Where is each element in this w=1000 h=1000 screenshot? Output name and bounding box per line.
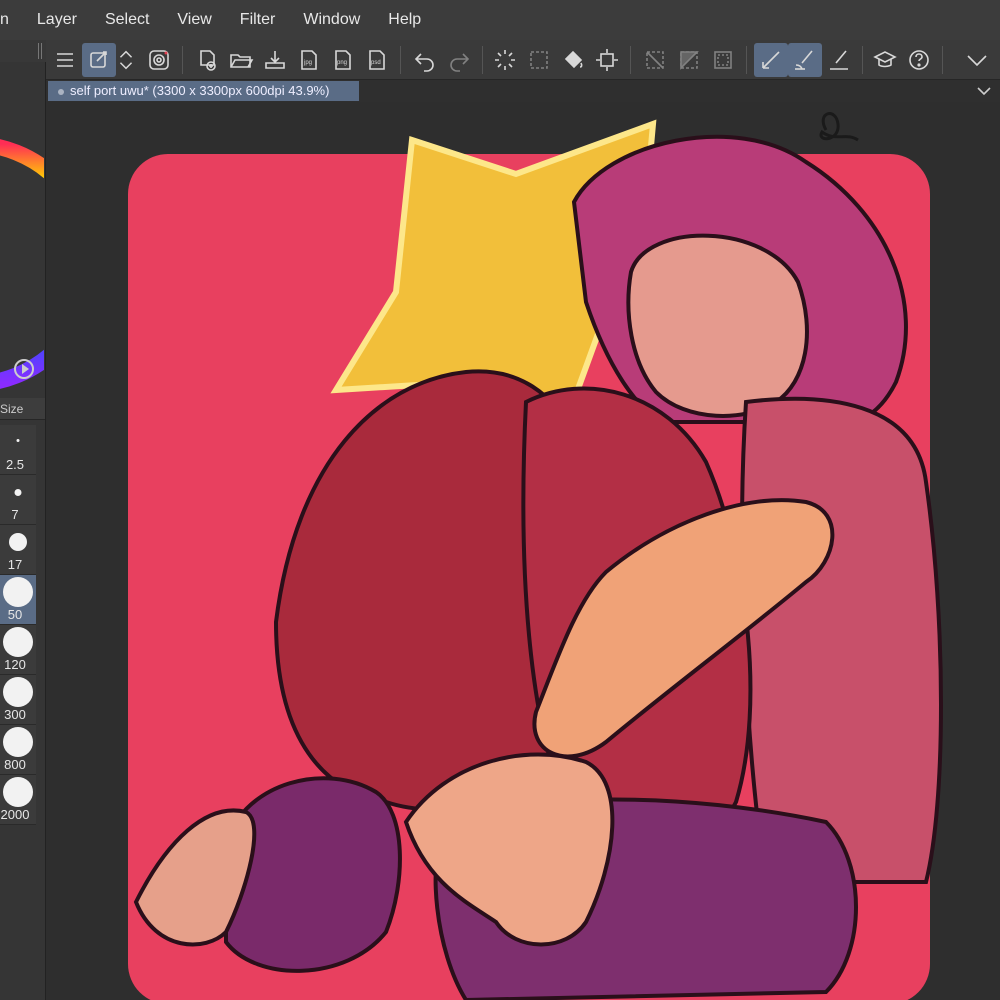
brush-size-list: 2.5 7 17 50 120 300 800 2000	[0, 425, 36, 825]
pen-snap-icon[interactable]	[822, 43, 856, 77]
loading-icon[interactable]	[488, 43, 522, 77]
brush-size-item[interactable]: 120	[0, 625, 36, 675]
chevron-down-icon[interactable]	[976, 83, 992, 99]
help-icon[interactable]	[902, 43, 936, 77]
left-panel: Size 2.5 7 17 50 120 300 800 2000	[0, 62, 46, 1000]
menu-item-partial[interactable]: n	[0, 11, 23, 29]
dot-icon	[58, 88, 64, 95]
chevron-down-icon[interactable]	[960, 43, 994, 77]
brush-size-item[interactable]: 7	[0, 475, 36, 525]
export-jpg-icon[interactable]: jpg	[292, 43, 326, 77]
document-tab[interactable]: self port uwu* (3300 x 3300px 600dpi 43.…	[48, 81, 359, 101]
ruler-snap-icon[interactable]	[754, 43, 788, 77]
invert-selection-icon[interactable]	[672, 43, 706, 77]
brush-size-label: Size	[0, 402, 24, 416]
svg-text:png: png	[337, 60, 347, 66]
auto-select-icon[interactable]	[82, 43, 116, 77]
left-panel-handle[interactable]	[0, 40, 46, 62]
undo-icon[interactable]	[408, 43, 442, 77]
brush-size-item[interactable]: 2.5	[0, 425, 36, 475]
artwork	[128, 112, 943, 1000]
open-folder-icon[interactable]	[224, 43, 258, 77]
redo-icon[interactable]	[442, 43, 476, 77]
grip-icon	[38, 43, 42, 59]
export-png-icon[interactable]: png	[326, 43, 360, 77]
menu-bar: n Layer Select View Filter Window Help	[0, 0, 1000, 40]
menu-item-select[interactable]: Select	[91, 11, 163, 29]
menu-item-window[interactable]: Window	[289, 11, 374, 29]
color-wheel[interactable]	[0, 132, 44, 396]
new-file-icon[interactable]	[190, 43, 224, 77]
menu-item-help[interactable]: Help	[374, 11, 435, 29]
border-icon[interactable]	[706, 43, 740, 77]
brush-snap-icon[interactable]	[788, 43, 822, 77]
brush-size-item[interactable]: 2000	[0, 775, 36, 825]
learn-icon[interactable]	[868, 43, 902, 77]
svg-text:psd: psd	[371, 60, 381, 66]
deselect-icon[interactable]	[638, 43, 672, 77]
brush-size-item[interactable]: 800	[0, 725, 36, 775]
face	[626, 233, 809, 418]
play-icon[interactable]	[14, 359, 34, 379]
menu-item-view[interactable]: View	[163, 11, 225, 29]
spiral-icon[interactable]	[142, 43, 176, 77]
shoe	[224, 776, 402, 973]
fill-icon[interactable]	[556, 43, 590, 77]
document-tab-title: self port uwu* (3300 x 3300px 600dpi 43.…	[70, 83, 330, 98]
menu-item-layer[interactable]: Layer	[23, 11, 91, 29]
command-bar: jpg png psd	[46, 40, 1000, 80]
canvas[interactable]	[46, 102, 1000, 1000]
shirt	[740, 396, 943, 884]
menu-item-filter[interactable]: Filter	[226, 11, 290, 29]
transform-icon[interactable]	[590, 43, 624, 77]
brush-size-item-selected[interactable]: 50	[0, 575, 36, 625]
select-all-icon[interactable]	[522, 43, 556, 77]
svg-text:jpg: jpg	[303, 60, 312, 66]
up-down-icon[interactable]	[114, 43, 138, 77]
signature	[819, 112, 859, 142]
document-tab-bar: self port uwu* (3300 x 3300px 600dpi 43.…	[46, 80, 1000, 102]
brush-size-header: Size	[0, 398, 45, 420]
export-psd-icon[interactable]: psd	[360, 43, 394, 77]
menu-icon[interactable]	[48, 43, 82, 77]
brush-size-item[interactable]: 300	[0, 675, 36, 725]
import-icon[interactable]	[258, 43, 292, 77]
brush-size-item[interactable]: 17	[0, 525, 36, 575]
